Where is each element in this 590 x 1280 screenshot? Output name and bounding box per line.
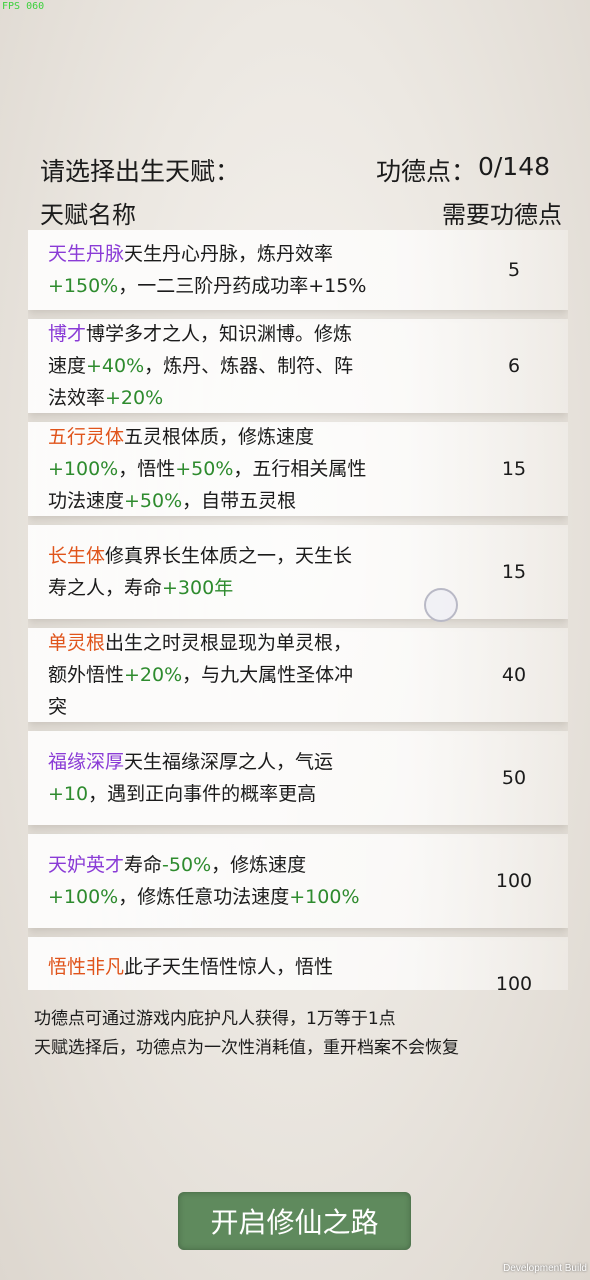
talent-card-wuxing-lingti[interactable]: 五行灵体五灵根体质，修炼速度 +100%，悟性+50%，五行相关属性 功法速度+… [28, 422, 568, 516]
talent-text: 突 [48, 696, 68, 718]
talent-text: ，与九大属性圣体冲 [182, 664, 354, 686]
talent-text: 天生丹心丹脉，炼丹效率 [124, 243, 334, 265]
talent-bonus: +300年 [162, 577, 234, 599]
column-header-cost: 需要功德点 [442, 201, 562, 229]
talent-name: 福缘深厚 [48, 751, 125, 773]
talent-bonus: +40% [86, 355, 145, 377]
page-title: 请选择出生天赋： [40, 157, 241, 186]
talent-name: 五行灵体 [48, 426, 125, 448]
talent-name: 悟性非凡 [48, 956, 125, 978]
talent-description: 悟性非凡此子天生悟性惊人，悟性 [48, 951, 418, 983]
talent-text: 速度 [48, 355, 87, 377]
talent-text: ，修炼速度 [211, 854, 307, 876]
merit-points-label: 功德点： [375, 157, 476, 186]
merit-points: 功德点： 0/148 [376, 152, 550, 188]
development-build-label: Development Build [503, 1263, 587, 1274]
talent-bonus: +20% [124, 664, 183, 686]
talent-text: 功法速度 [48, 490, 125, 512]
notes: 功德点可通过游戏内庇护凡人获得，1万等于1点 天赋选择后，功德点为一次性消耗值，… [34, 1005, 459, 1063]
talent-description: 单灵根出生之时灵根显现为单灵根， 额外悟性+20%，与九大属性圣体冲 突 [48, 627, 418, 723]
talent-text: ，自带五灵根 [182, 490, 297, 512]
talent-cost: 50 [501, 767, 527, 789]
talent-list[interactable]: 天生丹脉天生丹心丹脉，炼丹效率 +150%，一二三阶丹药成功率+15% 5 博才… [28, 230, 568, 990]
talent-name: 单灵根 [48, 632, 106, 654]
touch-cursor-indicator [424, 588, 458, 622]
talent-card-tiandu-yingcai[interactable]: 天妒英才寿命-50%，修炼速度 +100%，修炼任意功法速度+100% 100 [28, 834, 568, 928]
talent-cost: 100 [495, 870, 533, 892]
talent-card-tiansheng-danmai[interactable]: 天生丹脉天生丹心丹脉，炼丹效率 +150%，一二三阶丹药成功率+15% 5 [28, 230, 568, 310]
talent-bonus: +50% [124, 490, 183, 512]
talent-text: ，修炼任意功法速度 [118, 886, 290, 908]
talent-name: 天生丹脉 [48, 243, 125, 265]
talent-text: 法效率 [48, 387, 106, 409]
talent-cost: 6 [507, 355, 521, 377]
column-headers: 天赋名称 需要功德点 [40, 195, 562, 229]
talent-text: 修真界长生体质之一，天生长 [105, 545, 353, 567]
talent-description: 天生丹脉天生丹心丹脉，炼丹效率 +150%，一二三阶丹药成功率+15% [48, 238, 418, 302]
talent-text: 寿之人，寿命 [48, 577, 163, 599]
talent-text: 五灵根体质，修炼速度 [124, 426, 315, 448]
talent-text: 出生之时灵根显现为单灵根， [105, 632, 353, 654]
talent-text: 博学多才之人，知识渊博。修炼 [86, 323, 353, 345]
talent-description: 福缘深厚天生福缘深厚之人，气运 +10，遇到正向事件的概率更高 [48, 746, 418, 810]
talent-description: 五行灵体五灵根体质，修炼速度 +100%，悟性+50%，五行相关属性 功法速度+… [48, 421, 418, 517]
talent-description: 博才博学多才之人，知识渊博。修炼 速度+40%，炼丹、炼器、制符、阵 法效率+2… [48, 318, 418, 414]
talent-cost: 100 [495, 973, 533, 990]
talent-text: ，五行相关属性 [233, 458, 367, 480]
talent-bonus: +100% [289, 886, 360, 908]
talent-text: ，一二三阶丹药成功率+15% [118, 275, 367, 297]
talent-bonus: +10 [48, 783, 89, 805]
talent-description: 天妒英才寿命-50%，修炼速度 +100%，修炼任意功法速度+100% [48, 849, 418, 913]
talent-cost: 15 [501, 561, 527, 583]
talent-card-dan-linggen[interactable]: 单灵根出生之时灵根显现为单灵根， 额外悟性+20%，与九大属性圣体冲 突 40 [28, 628, 568, 722]
talent-card-bocai[interactable]: 博才博学多才之人，知识渊博。修炼 速度+40%，炼丹、炼器、制符、阵 法效率+2… [28, 319, 568, 413]
talent-bonus: +20% [105, 387, 164, 409]
talent-name: 博才 [48, 323, 87, 345]
merit-points-value: 0/148 [477, 152, 550, 181]
talent-card-changsheng-ti[interactable]: 长生体修真界长生体质之一，天生长 寿之人，寿命+300年 15 [28, 525, 568, 619]
talent-cost: 5 [507, 259, 521, 281]
talent-text: ，悟性 [118, 458, 176, 480]
column-header-name: 天赋名称 [40, 201, 136, 229]
talent-text: 寿命 [124, 854, 163, 876]
talent-name: 天妒英才 [48, 854, 125, 876]
talent-bonus: +50% [175, 458, 234, 480]
talent-text: 天生福缘深厚之人，气运 [124, 751, 334, 773]
fps-counter: FPS 060 [2, 1, 45, 12]
talent-cost: 40 [501, 664, 527, 686]
talent-bonus: -50% [162, 854, 212, 876]
talent-cost: 15 [501, 458, 527, 480]
talent-card-fuyuan-shenhou[interactable]: 福缘深厚天生福缘深厚之人，气运 +10，遇到正向事件的概率更高 50 [28, 731, 568, 825]
talent-name: 长生体 [48, 545, 106, 567]
talent-text: ，遇到正向事件的概率更高 [88, 783, 317, 805]
start-cultivation-button[interactable]: 开启修仙之路 [178, 1192, 411, 1250]
note-line-1: 功德点可通过游戏内庇护凡人获得，1万等于1点 [34, 1009, 396, 1029]
talent-description: 长生体修真界长生体质之一，天生长 寿之人，寿命+300年 [48, 540, 418, 604]
talent-bonus: +100% [48, 886, 119, 908]
talent-text: ，炼丹、炼器、制符、阵 [144, 355, 354, 377]
talent-card-wuxing-feifan[interactable]: 悟性非凡此子天生悟性惊人，悟性 100 [28, 937, 568, 990]
title-row: 请选择出生天赋： 功德点： 0/148 [40, 152, 550, 188]
talent-text: 额外悟性 [48, 664, 125, 686]
talent-text: 此子天生悟性惊人，悟性 [124, 956, 334, 978]
note-line-2: 天赋选择后，功德点为一次性消耗值，重开档案不会恢复 [34, 1038, 459, 1058]
talent-bonus: +150% [48, 275, 119, 297]
talent-bonus: +100% [48, 458, 119, 480]
